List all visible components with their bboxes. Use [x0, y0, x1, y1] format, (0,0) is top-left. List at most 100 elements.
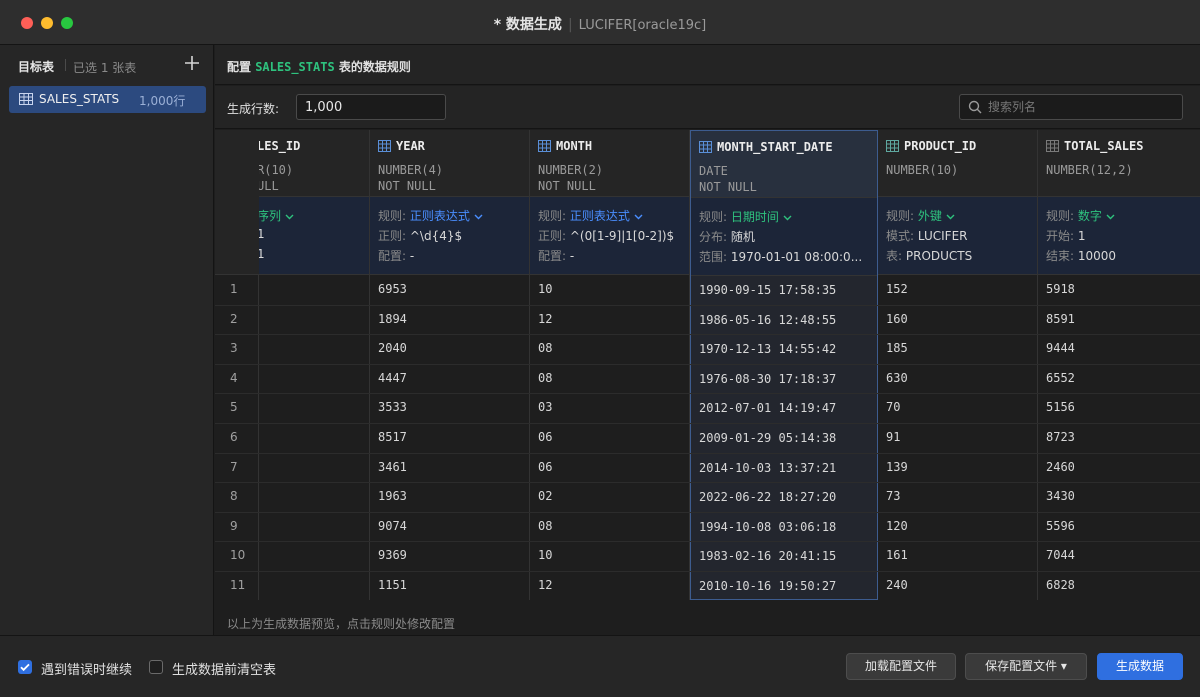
column-header[interactable]: MONTH_START_DATE DATE NOT NULL [691, 131, 877, 198]
table-cell[interactable]: 06 [538, 430, 552, 444]
table-cell[interactable]: 630 [886, 371, 908, 385]
table-cell[interactable]: 8517 [378, 430, 407, 444]
table-cell[interactable]: 3533 [378, 400, 407, 414]
table-cell[interactable]: 120 [886, 519, 908, 533]
config-title: 配置 SALES_STATS 表的数据规则 [227, 58, 411, 75]
table-cell[interactable]: 6953 [378, 282, 407, 296]
table-cell[interactable]: 1976-08-30 17:18:37 [699, 372, 836, 386]
row-divider [215, 393, 1200, 395]
rule-label: 规则: [538, 209, 567, 223]
table-cell[interactable]: 9444 [1046, 341, 1075, 355]
rule-line[interactable]: 规则: 正则表达式 [378, 207, 483, 224]
table-cell[interactable]: 3430 [1046, 489, 1075, 503]
table-cell[interactable]: 161 [886, 548, 908, 562]
table-cell[interactable]: 240 [886, 578, 908, 592]
table-cell[interactable]: 08 [538, 519, 552, 533]
table-cell[interactable]: 03 [538, 400, 552, 414]
connection-name: LUCIFER[oracle19c] [578, 18, 707, 33]
table-cell[interactable]: 2460 [1046, 460, 1075, 474]
table-cell[interactable]: 2014-10-03 13:37:21 [699, 461, 836, 475]
table-cell[interactable]: 02 [538, 489, 552, 503]
row-divider [215, 423, 1200, 424]
table-cell[interactable]: 12 [538, 312, 552, 326]
column-rule[interactable]: 规则: 日期时间 分布: 随机 范围: 1970-01-01 08:00:0... [691, 198, 877, 276]
rule-value[interactable]: 外键 [918, 209, 942, 223]
rule-line[interactable]: 规则: 数字 [1046, 207, 1115, 224]
table-cell[interactable]: 139 [886, 460, 908, 474]
gutter-header [215, 130, 259, 275]
table-cell[interactable]: 6828 [1046, 578, 1075, 592]
rule-value[interactable]: 序列 [257, 209, 281, 223]
table-cell[interactable]: 1151 [378, 578, 407, 592]
table-cell[interactable]: 91 [886, 430, 900, 444]
column-rule[interactable]: 规则: 正则表达式 正则: ^(0[1-9]|1[0-2])$ 配置: - [530, 197, 689, 275]
table-cell[interactable]: 2010-10-16 19:50:27 [699, 579, 836, 593]
continue-on-error-checkbox[interactable] [18, 660, 32, 674]
search-input[interactable] [988, 99, 1173, 115]
column-rule[interactable]: 规则: 正则表达式 正则: ^\d{4}$ 配置: - [370, 197, 529, 275]
table-cell[interactable]: 4447 [378, 371, 407, 385]
table-cell[interactable]: 5918 [1046, 282, 1075, 296]
table-cell[interactable]: 9369 [378, 548, 407, 562]
column-total-sales[interactable]: TOTAL_SALES NUMBER(12,2) 规则: 数字 开始: 1 结束: 1… [1038, 130, 1200, 600]
table-cell[interactable]: 1963 [378, 489, 407, 503]
save-config-button[interactable]: 保存配置文件 ▾ [965, 653, 1087, 680]
table-cell[interactable]: 1994-10-08 03:06:18 [699, 520, 836, 534]
column-product-id[interactable]: PRODUCT_ID NUMBER(10) 规则: 外键 模式: LUCIFER 表:… [878, 130, 1038, 600]
column-month[interactable]: MONTH NUMBER(2) NOT NULL 规则: 正则表达式 正则: ^(0[… [530, 130, 690, 600]
table-cell[interactable]: 1894 [378, 312, 407, 326]
table-cell[interactable]: 5156 [1046, 400, 1075, 414]
load-config-button[interactable]: 加载配置文件 [846, 653, 956, 680]
column-rule[interactable]: 规则: 数字 开始: 1 结束: 10000 [1038, 197, 1200, 275]
truncate-before-checkbox[interactable] [149, 660, 163, 674]
table-cell[interactable]: 6552 [1046, 371, 1075, 385]
column-month-start-date[interactable]: MONTH_START_DATE DATE NOT NULL 规则: 日期时间 分布:… [690, 130, 878, 600]
column-year[interactable]: YEAR NUMBER(4) NOT NULL 规则: 正则表达式 正则: ^\d{4… [370, 130, 530, 600]
column-header[interactable]: PRODUCT_ID NUMBER(10) [878, 130, 1037, 197]
rule-line[interactable]: 规则: 正则表达式 [538, 207, 643, 224]
table-cell[interactable]: 12 [538, 578, 552, 592]
table-cell[interactable]: 10 [538, 282, 552, 296]
column-header[interactable]: MONTH NUMBER(2) NOT NULL [530, 130, 689, 197]
table-cell[interactable]: 9074 [378, 519, 407, 533]
table-cell[interactable]: 5596 [1046, 519, 1075, 533]
table-cell[interactable]: 160 [886, 312, 908, 326]
plus-icon[interactable] [185, 53, 199, 73]
rule-detail: 范围: 1970-01-01 08:00:0... [699, 248, 862, 265]
rows-count-input[interactable]: 1,000 [296, 94, 446, 120]
column-rule[interactable]: 规则: 外键 模式: LUCIFER 表: PRODUCTS [878, 197, 1037, 275]
table-cell[interactable]: 70 [886, 400, 900, 414]
table-cell[interactable]: 2009-01-29 05:14:38 [699, 431, 836, 445]
column-search[interactable] [959, 94, 1183, 120]
table-cell[interactable]: 1990-09-15 17:58:35 [699, 283, 836, 297]
sidebar-item-sales-stats[interactable]: SALES_STATS 1,000行 [9, 86, 206, 113]
table-cell[interactable]: 152 [886, 282, 908, 296]
generate-button[interactable]: 生成数据 [1097, 653, 1183, 680]
table-cell[interactable]: 2022-06-22 18:27:20 [699, 490, 836, 504]
table-cell[interactable]: 7044 [1046, 548, 1075, 562]
table-cell[interactable]: 2040 [378, 341, 407, 355]
table-cell[interactable]: 08 [538, 341, 552, 355]
rule-value[interactable]: 正则表达式 [570, 209, 630, 223]
column-header[interactable]: TOTAL_SALES NUMBER(12,2) [1038, 130, 1200, 197]
rule-line[interactable]: 序列 [257, 207, 294, 224]
rule-line[interactable]: 规则: 日期时间 [699, 208, 792, 225]
rule-line[interactable]: 规则: 外键 [886, 207, 955, 224]
table-cell[interactable]: 8723 [1046, 430, 1075, 444]
table-cell[interactable]: 1970-12-13 14:55:42 [699, 342, 836, 356]
table-cell[interactable]: 8591 [1046, 312, 1075, 326]
column-header[interactable]: YEAR NUMBER(4) NOT NULL [370, 130, 529, 197]
table-cell[interactable]: 1983-02-16 20:41:15 [699, 549, 836, 563]
rule-label: 规则: [1046, 209, 1075, 223]
table-cell[interactable]: 3461 [378, 460, 407, 474]
rule-value[interactable]: 正则表达式 [410, 209, 470, 223]
table-cell[interactable]: 1986-05-16 12:48:55 [699, 313, 836, 327]
table-cell[interactable]: 185 [886, 341, 908, 355]
table-cell[interactable]: 06 [538, 460, 552, 474]
table-cell[interactable]: 10 [538, 548, 552, 562]
rule-value[interactable]: 数字 [1078, 209, 1102, 223]
table-cell[interactable]: 08 [538, 371, 552, 385]
table-cell[interactable]: 2012-07-01 14:19:47 [699, 401, 836, 415]
rule-value[interactable]: 日期时间 [731, 210, 779, 224]
table-cell[interactable]: 73 [886, 489, 900, 503]
